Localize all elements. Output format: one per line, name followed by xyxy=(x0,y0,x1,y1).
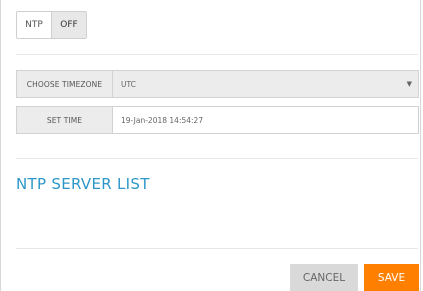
ntp-toggle[interactable]: NTP OFF xyxy=(16,11,87,39)
timezone-select[interactable]: UTC ▼ xyxy=(113,70,419,98)
ntp-server-list-title: NTP SERVER LIST xyxy=(16,175,150,193)
ntp-toggle-state[interactable]: OFF xyxy=(51,12,86,38)
time-settings-panel: NTP OFF CHOOSE TIMEZONE UTC ▼ SET TIME 1… xyxy=(0,0,421,291)
timezone-label: CHOOSE TIMEZONE xyxy=(16,70,113,98)
cancel-button[interactable]: CANCEL xyxy=(290,264,358,291)
save-button[interactable]: SAVE xyxy=(364,264,419,291)
set-time-input[interactable]: 19-Jan-2018 14:54:27 xyxy=(113,106,419,134)
ntp-toggle-label: NTP xyxy=(17,12,51,38)
caret-down-icon: ▼ xyxy=(406,80,412,88)
divider xyxy=(16,248,418,249)
timezone-row: CHOOSE TIMEZONE UTC ▼ xyxy=(16,70,419,98)
set-time-label: SET TIME xyxy=(16,106,113,134)
set-time-row: SET TIME 19-Jan-2018 14:54:27 xyxy=(16,106,419,134)
divider xyxy=(16,54,418,55)
timezone-selected-value: UTC xyxy=(121,79,136,89)
divider xyxy=(16,158,418,159)
